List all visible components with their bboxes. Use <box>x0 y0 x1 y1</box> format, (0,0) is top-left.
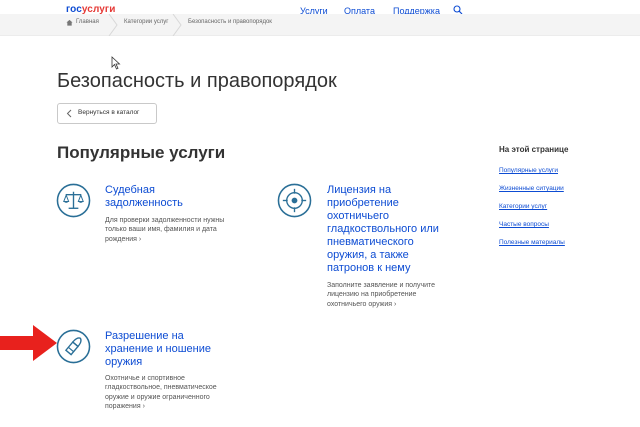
aside-title: На этой странице <box>499 145 569 154</box>
target-icon[interactable] <box>277 183 312 218</box>
home-icon[interactable] <box>66 19 73 26</box>
service-title-hunting-license[interactable]: Лицензия на приобретение охотничьего гла… <box>327 184 452 275</box>
breadcrumb: Главная Категории услуг Безопасность и п… <box>0 14 640 36</box>
back-button-label: Вернуться в каталог <box>78 109 140 116</box>
service-title-weapon-permit[interactable]: Разрешение на хранение и ношение оружия <box>105 330 225 369</box>
aside-link-life-situations[interactable]: Жизненные ситуации <box>499 185 564 192</box>
page-title: Безопасность и правопорядок <box>57 70 337 92</box>
breadcrumb-categories[interactable]: Категории услуг <box>124 19 168 25</box>
red-arrow-icon <box>0 325 57 361</box>
breadcrumb-home[interactable]: Главная <box>76 19 99 25</box>
service-desc-text: Охотничье и спортивное гладкоствольное, … <box>105 375 217 411</box>
service-desc-text: Заполните заявление и получите лицензию … <box>327 282 436 308</box>
service-title-court-debt[interactable]: Судебная задолженность <box>105 184 225 210</box>
back-to-catalog-button[interactable]: Вернуться в каталог <box>57 103 157 124</box>
breadcrumb-separator <box>108 14 118 36</box>
service-desc-court-debt: Для проверки задолженности нужны только … <box>105 216 240 244</box>
chevron-right-icon[interactable]: › <box>394 301 396 308</box>
service-desc-text: Для проверки задолженности нужны только … <box>105 217 225 243</box>
aside-link-popular-services[interactable]: Популярные услуги <box>499 167 558 174</box>
section-title-popular: Популярные услуги <box>57 143 226 162</box>
chevron-left-icon <box>66 109 72 118</box>
chevron-right-icon[interactable]: › <box>139 236 141 243</box>
mouse-cursor-icon <box>111 56 121 70</box>
breadcrumb-current: Безопасность и правопорядок <box>188 19 272 25</box>
breadcrumb-separator <box>172 14 182 36</box>
aside-link-useful-materials[interactable]: Полезные материалы <box>499 239 565 246</box>
service-desc-weapon-permit: Охотничье и спортивное гладкоствольное, … <box>105 374 230 412</box>
scales-icon[interactable] <box>56 183 91 218</box>
aside-link-service-categories[interactable]: Категории услуг <box>499 203 547 210</box>
chevron-right-icon[interactable]: › <box>143 403 145 410</box>
bullet-icon[interactable] <box>56 329 91 364</box>
service-desc-hunting-license: Заполните заявление и получите лицензию … <box>327 281 452 309</box>
aside-link-faq[interactable]: Частые вопросы <box>499 221 549 228</box>
